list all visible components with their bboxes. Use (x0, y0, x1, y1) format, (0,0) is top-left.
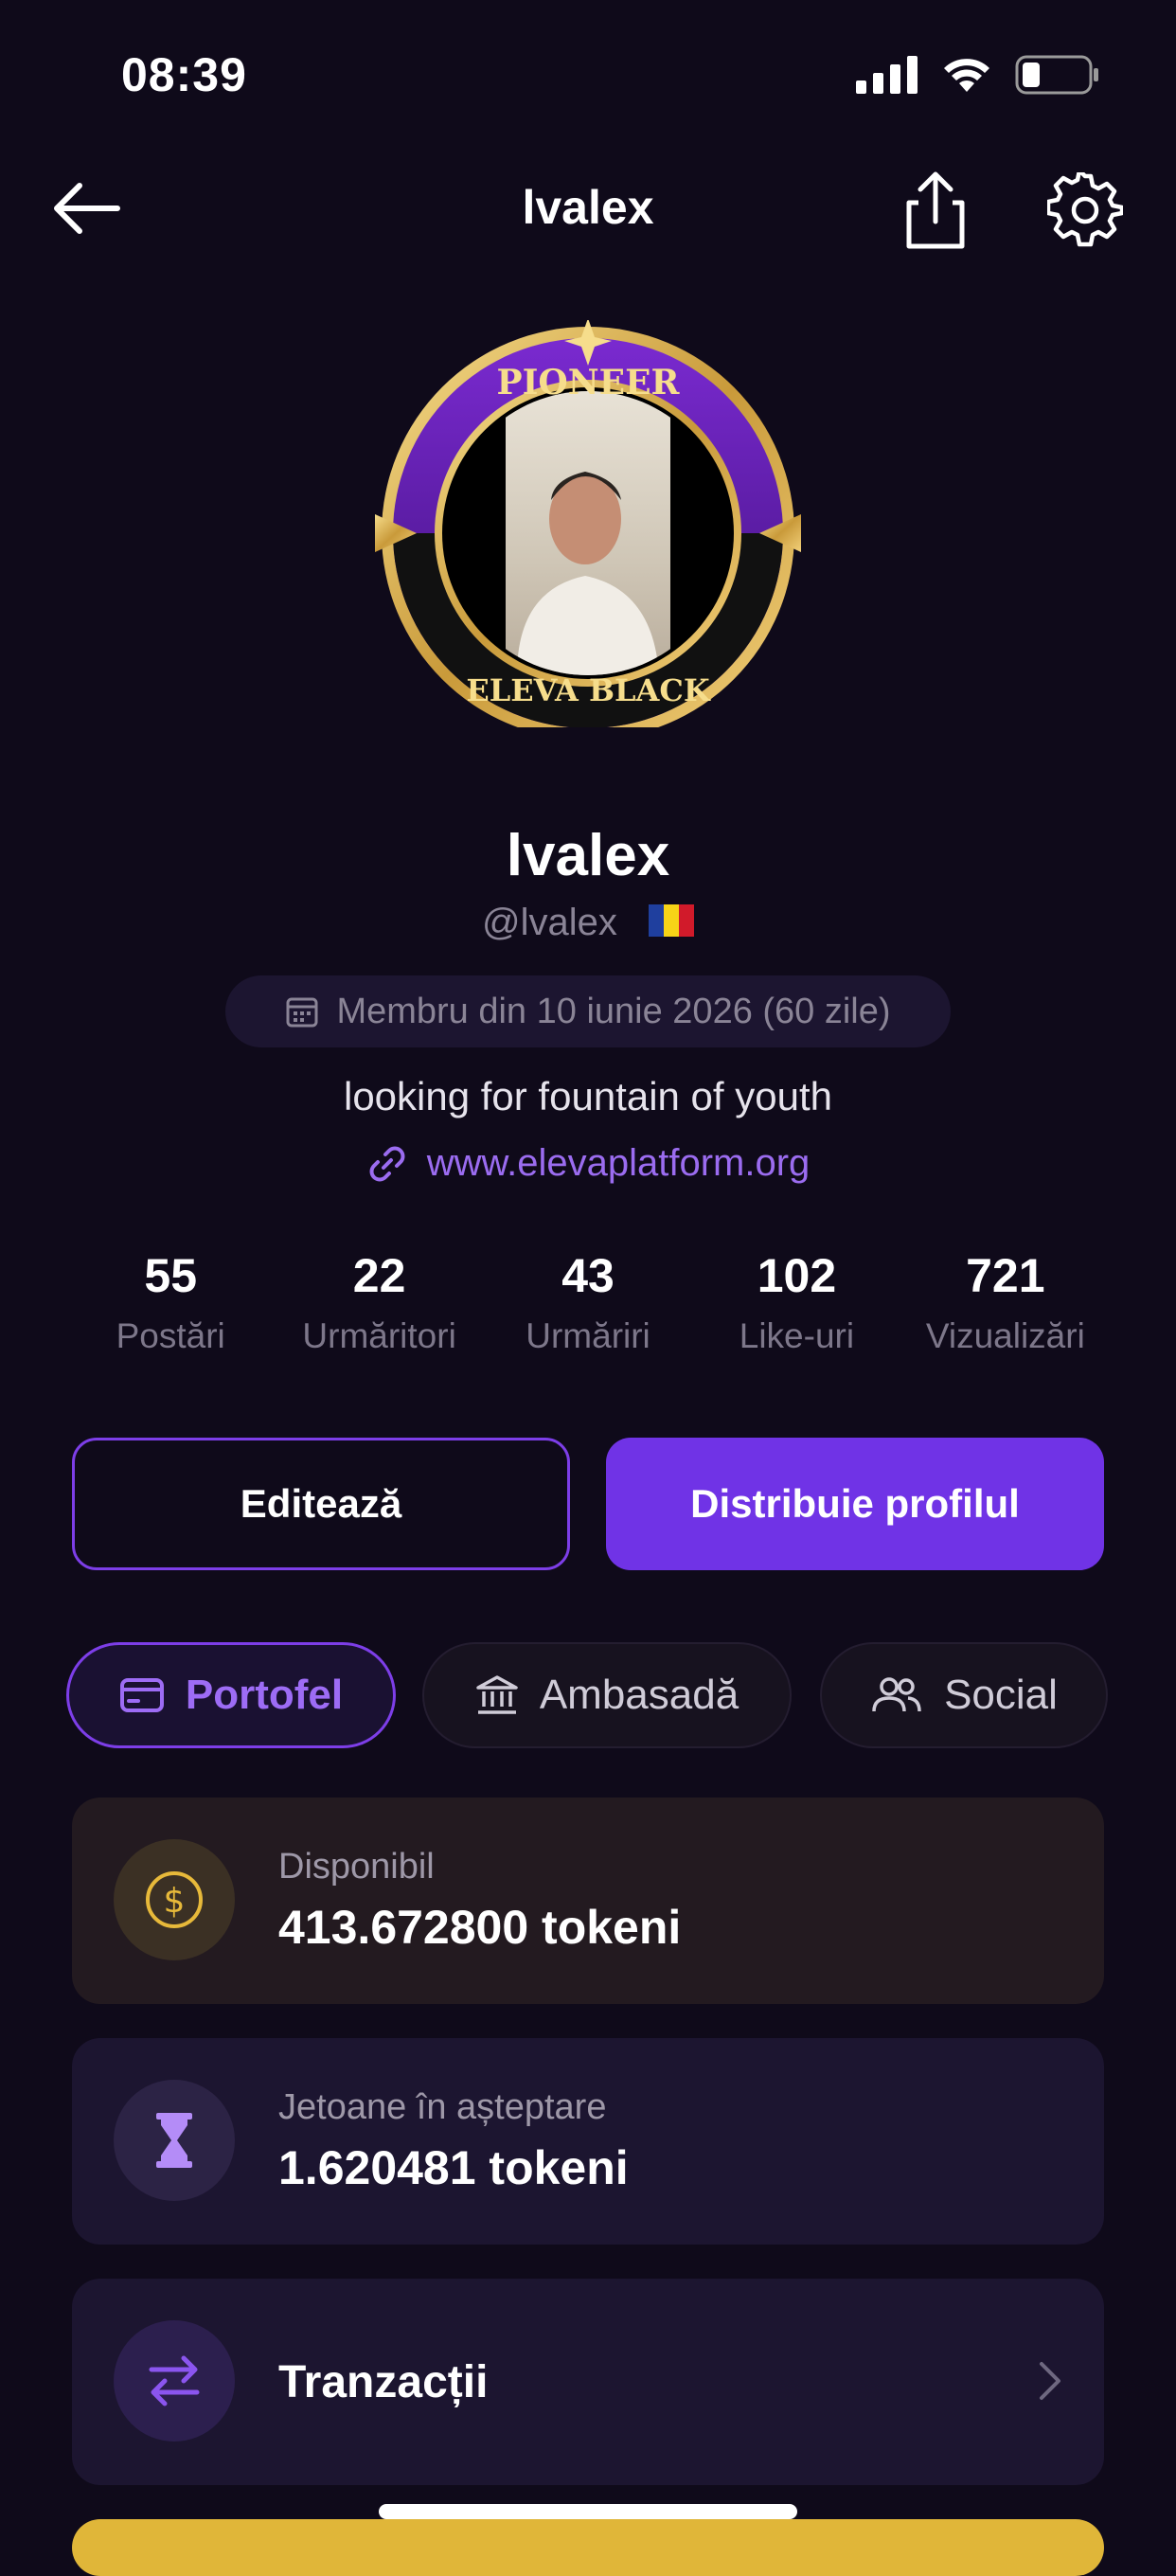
link-icon (369, 1146, 405, 1181)
status-time: 08:39 (121, 48, 247, 101)
available-label: Disponibil (278, 1847, 435, 1887)
stat-value: 55 (144, 1249, 198, 1302)
transactions-label: Tranzacții (278, 2357, 489, 2407)
pending-label: Jetoane în așteptare (278, 2087, 607, 2127)
available-balance-card: $ Disponibil 413.672800 tokeni (72, 1798, 1104, 2004)
hourglass-icon (156, 2113, 192, 2168)
website-text: www.elevaplatform.org (426, 1142, 811, 1184)
member-since-text: Membru din 10 iunie 2026 (60 zile) (336, 991, 891, 1031)
swap-icon-wrap (114, 2320, 235, 2442)
bottom-action-strip[interactable] (72, 2519, 1104, 2576)
wifi-icon (944, 59, 989, 92)
romania-flag-icon (649, 903, 694, 937)
tab-embassy[interactable]: Ambasadă (422, 1642, 792, 1748)
badge-bottom-text: ELEVA BLACK (466, 672, 710, 708)
profile-handle-row: @lvalex (0, 902, 1176, 944)
swap-arrows-icon (149, 2355, 200, 2406)
share-profile-button[interactable]: Distribuie profilul (606, 1438, 1104, 1570)
share-icon[interactable] (900, 170, 971, 250)
profile-stats: 55 Postări 22 Urmăritori 43 Urmăriri 102… (66, 1248, 1110, 1356)
stat-label: Vizualizări (925, 1316, 1085, 1355)
stat-value: 721 (966, 1249, 1045, 1302)
wallet-icon (119, 1678, 164, 1712)
tab-wallet[interactable]: Portofel (66, 1642, 396, 1748)
stat-label: Urmăritori (302, 1316, 456, 1355)
hourglass-icon-wrap (114, 2080, 235, 2201)
available-value: 413.672800 tokeni (278, 1901, 682, 1954)
transactions-row[interactable]: Tranzacții (72, 2279, 1104, 2485)
chevron-right-icon (1040, 2362, 1060, 2400)
profile-name: lvalex (506, 823, 670, 888)
stat-label: Postări (116, 1316, 225, 1355)
profile-handle: @lvalex (482, 902, 617, 943)
stat-value: 22 (352, 1249, 406, 1302)
tab-label: Social (944, 1672, 1058, 1718)
signal-icon (856, 56, 918, 94)
stat-followers[interactable]: 22 Urmăritori (275, 1248, 483, 1356)
bank-icon (476, 1675, 518, 1714)
coin-icon-wrap: $ (114, 1839, 235, 1960)
stat-label: Like-uri (739, 1316, 855, 1355)
pending-tokens-card: Jetoane în așteptare 1.620481 tokeni (72, 2038, 1104, 2245)
member-since-pill: Membru din 10 iunie 2026 (60 zile) (225, 975, 951, 1047)
gear-icon[interactable] (1047, 172, 1123, 248)
stat-posts[interactable]: 55 Postări (66, 1248, 275, 1356)
svg-text:$: $ (164, 1882, 186, 1921)
stat-following[interactable]: 43 Urmăriri (484, 1248, 692, 1356)
stat-value: 43 (561, 1249, 615, 1302)
people-icon (872, 1677, 921, 1712)
stat-value: 102 (757, 1249, 837, 1302)
home-indicator[interactable] (379, 2504, 797, 2519)
edit-profile-button[interactable]: Editează (72, 1438, 570, 1570)
tab-label: Ambasadă (539, 1672, 739, 1718)
status-icons (856, 55, 1100, 95)
avatar-badge: PIONEER ELEVA BLACK (375, 320, 801, 727)
tab-label: Portofel (185, 1672, 344, 1718)
tab-social[interactable]: Social (820, 1642, 1108, 1748)
profile-bio: looking for fountain of youth (343, 1074, 833, 1118)
page-title: lvalex (522, 181, 654, 234)
battery-icon (1015, 55, 1098, 95)
stat-label: Urmăriri (526, 1316, 650, 1355)
profile-website-link[interactable]: www.elevaplatform.org (0, 1142, 1176, 1185)
pending-value: 1.620481 tokeni (278, 2141, 629, 2194)
calendar-icon (286, 997, 318, 1028)
stat-views[interactable]: 721 Vizualizări (901, 1248, 1110, 1356)
dollar-coin-icon: $ (146, 1871, 203, 1928)
stat-likes[interactable]: 102 Like-uri (692, 1248, 900, 1356)
badge-top-text: PIONEER (497, 363, 681, 402)
